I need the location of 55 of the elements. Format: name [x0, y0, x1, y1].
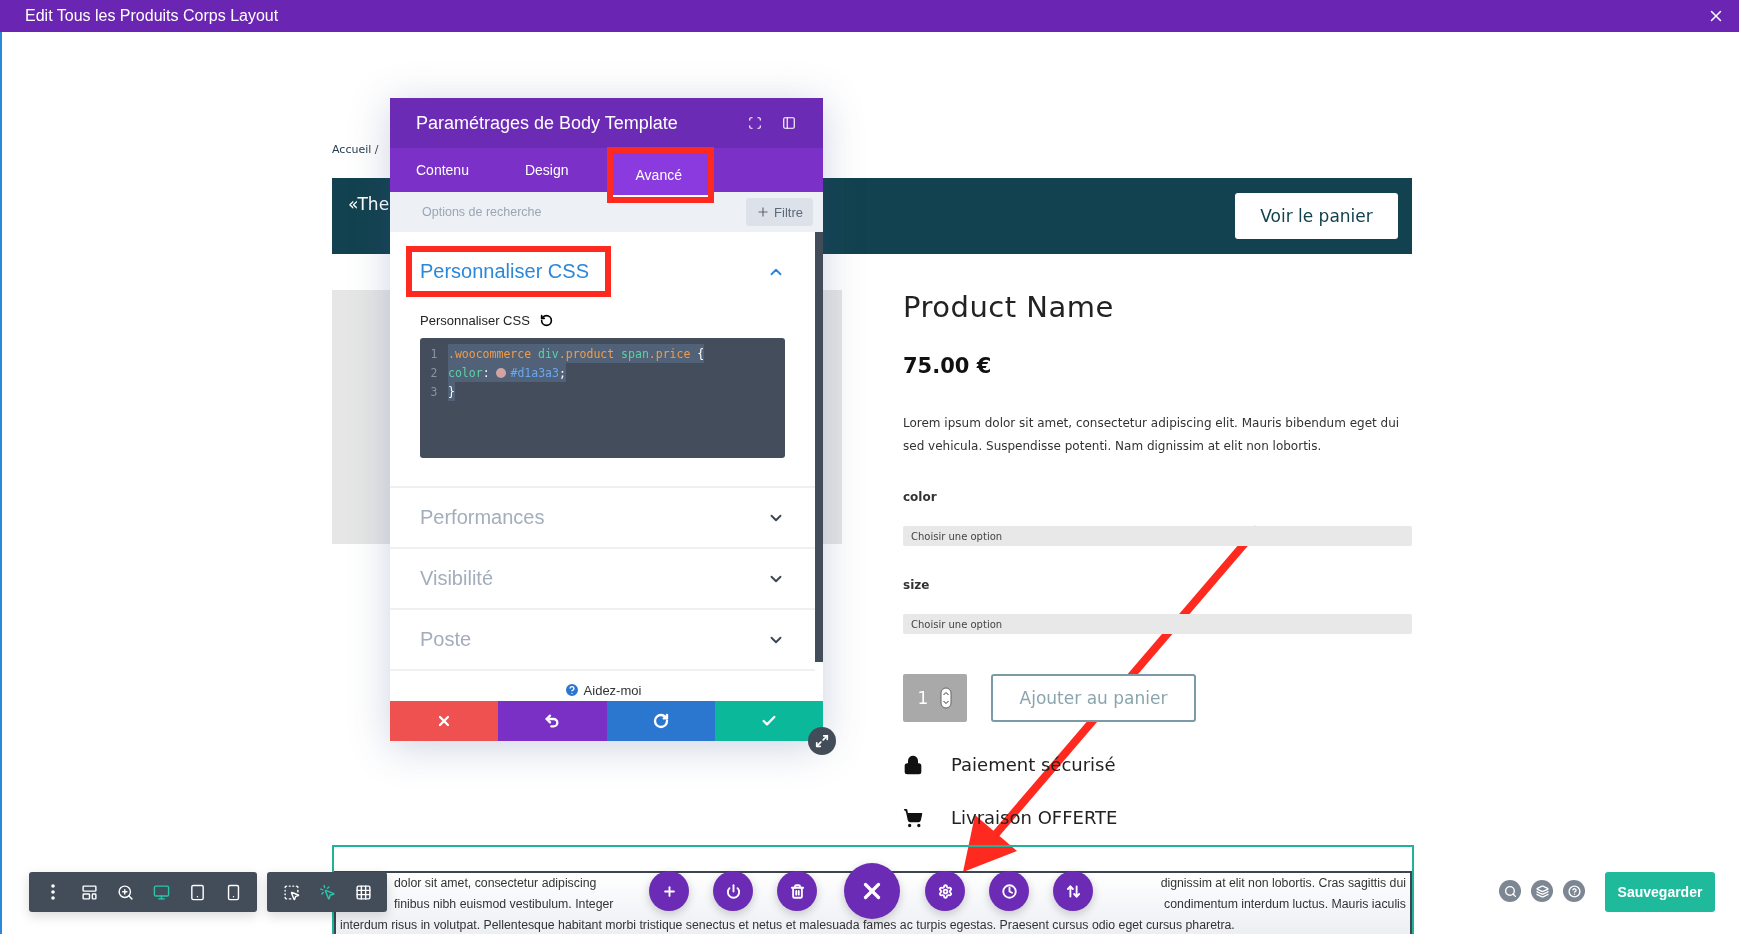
field-label: Personnaliser CSS — [420, 313, 530, 328]
settings-icon — [937, 883, 953, 899]
scrollbar[interactable] — [815, 232, 823, 662]
product-description: Lorem ipsum dolor sit amet, consectetur adipiscing elit. Mauris bibendum eget dui sed vehicula. Suspendisse potenti. Nam dignissim at elit non lobortis. — [903, 415, 1401, 455]
reset-icon[interactable] — [539, 314, 553, 327]
help-icon[interactable] — [563, 682, 580, 698]
dock-icon[interactable] — [782, 116, 796, 130]
add-icon — [661, 883, 677, 899]
search-field[interactable]: Options de recherche — [420, 204, 584, 220]
cart-icon — [903, 807, 923, 828]
layers-icon — [1535, 884, 1549, 898]
code-editor[interactable]: 1 .woocommerce div.product span.price { 2 color: #d1a3a3; 3 } — [420, 338, 785, 458]
settings-tab[interactable]: Contenu — [392, 150, 501, 190]
redo-button[interactable] — [606, 701, 715, 741]
line-number: 2 — [429, 365, 439, 380]
body-text-fragment: condimentum interdum luctus. Mauris iaculis — [1164, 897, 1406, 912]
product-price: 75.00 € — [903, 354, 993, 378]
filter-button[interactable]: Filtre — [746, 198, 813, 226]
product-name: Product Name — [903, 290, 1115, 324]
resize-icon — [815, 734, 829, 748]
option-select[interactable]: Choisir une option — [903, 614, 1412, 634]
attribute-label: color — [903, 490, 938, 504]
body-text-fragment: interdum risus in volutpat. Pellentesque habitant morbi tristique senectus et netus et malesuada fames ac turpis egestas. Praesent cursus odio eget cursus pharetra. — [340, 918, 1236, 933]
settings-tab[interactable]: Design — [500, 150, 601, 190]
line-number: 3 — [429, 384, 439, 399]
window-title: Edit Tous les Produits Corps Layout — [25, 7, 279, 25]
power-icon — [725, 883, 741, 899]
plus-icon — [756, 205, 771, 219]
layers-tool-button[interactable] — [1531, 880, 1553, 902]
spinner-icon[interactable] — [940, 687, 953, 709]
banner-message: «The — [348, 194, 390, 214]
redo-icon — [652, 713, 669, 729]
modal-title: Paramétrages de Body Template — [416, 112, 679, 134]
attribute-label: size — [903, 578, 931, 592]
breadcrumb[interactable]: Accueil / — [332, 143, 379, 156]
help-tool-button[interactable] — [1563, 880, 1585, 902]
search-tool-button[interactable] — [1499, 880, 1521, 902]
body-text-fragment: dolor sit amet, consectetur adipiscing — [394, 876, 597, 891]
help-icon — [1567, 884, 1581, 898]
focus-icon[interactable] — [748, 116, 762, 130]
lock-icon — [903, 754, 923, 775]
body-text-fragment: finibus nibh euismod vestibulum. Integer — [394, 897, 614, 912]
view-cart-button[interactable]: Voir le panier — [1235, 193, 1398, 239]
history-icon — [1001, 883, 1017, 899]
delete-icon — [789, 883, 805, 899]
body-text-fragment: dignissim at elit non lobortis. Cras sagittis dui — [1160, 876, 1406, 891]
line-number: 1 — [429, 346, 439, 361]
settings-tab[interactable]: Avancé — [606, 147, 714, 203]
resize-handle[interactable] — [808, 727, 836, 755]
help-link[interactable]: Aidez-moi — [583, 682, 642, 698]
undo-icon — [544, 713, 561, 729]
search-icon — [1503, 884, 1517, 898]
sort-icon — [1065, 883, 1081, 899]
save-button[interactable] — [714, 701, 823, 741]
option-select[interactable]: Choisir une option — [903, 526, 1412, 546]
